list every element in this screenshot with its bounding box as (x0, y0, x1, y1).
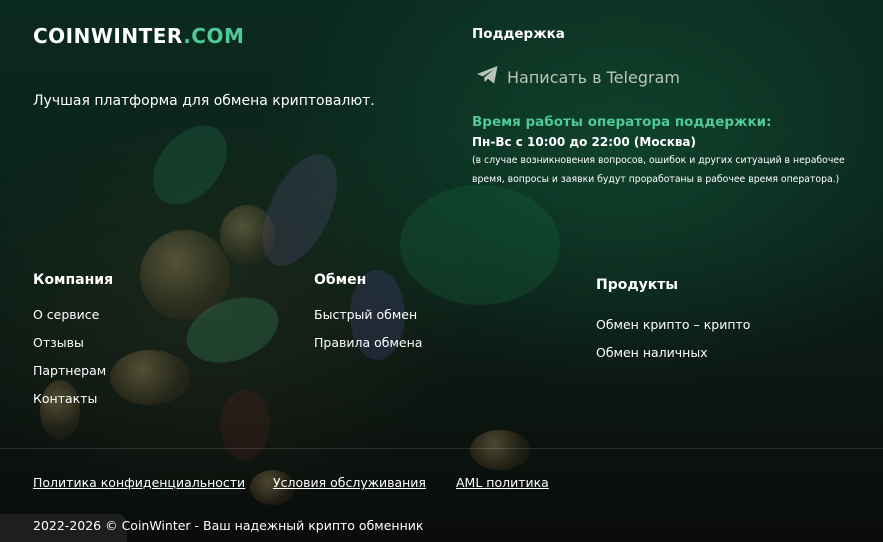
privacy-policy-link[interactable]: Политика конфиденциальности (33, 475, 245, 490)
link-quick-exchange[interactable]: Быстрый обмен (314, 307, 417, 322)
background-decoration (0, 0, 883, 542)
link-reviews[interactable]: Отзывы (33, 335, 84, 350)
company-column-title: Компания (33, 272, 114, 288)
telegram-link[interactable]: Написать в Telegram (476, 65, 680, 89)
support-title: Поддержка (472, 26, 565, 42)
telegram-plane-icon (476, 65, 499, 89)
aml-policy-link[interactable]: AML политика (456, 475, 549, 490)
products-column-title: Продукты (596, 277, 679, 293)
copyright: 2022-2026 © CoinWinter - Ваш надежный кр… (33, 518, 424, 533)
site-logo[interactable]: COINWINTER.COM (33, 24, 244, 48)
support-hours: Пн-Вс с 10:00 до 22:00 (Москва) (472, 135, 697, 149)
footer-divider (0, 448, 883, 449)
support-hours-note: (в случае возникновения вопросов, ошибок… (472, 155, 845, 185)
link-contacts[interactable]: Контакты (33, 391, 97, 406)
tagline: Лучшая платформа для обмена криптовалют. (33, 93, 375, 109)
exchange-column-title: Обмен (314, 272, 367, 288)
link-cash-exchange[interactable]: Обмен наличных (596, 345, 708, 360)
link-exchange-rules[interactable]: Правила обмена (314, 335, 422, 350)
link-crypto-to-crypto[interactable]: Обмен крипто – крипто (596, 317, 750, 332)
link-partners[interactable]: Партнерам (33, 363, 106, 378)
logo-domain: .COM (183, 24, 245, 48)
telegram-link-label: Написать в Telegram (507, 67, 680, 87)
support-hours-title: Время работы оператора поддержки: (472, 114, 772, 130)
logo-brand: COINWINTER (33, 24, 184, 48)
terms-of-service-link[interactable]: Условия обслуживания (273, 475, 426, 490)
link-about[interactable]: О сервисе (33, 307, 99, 322)
